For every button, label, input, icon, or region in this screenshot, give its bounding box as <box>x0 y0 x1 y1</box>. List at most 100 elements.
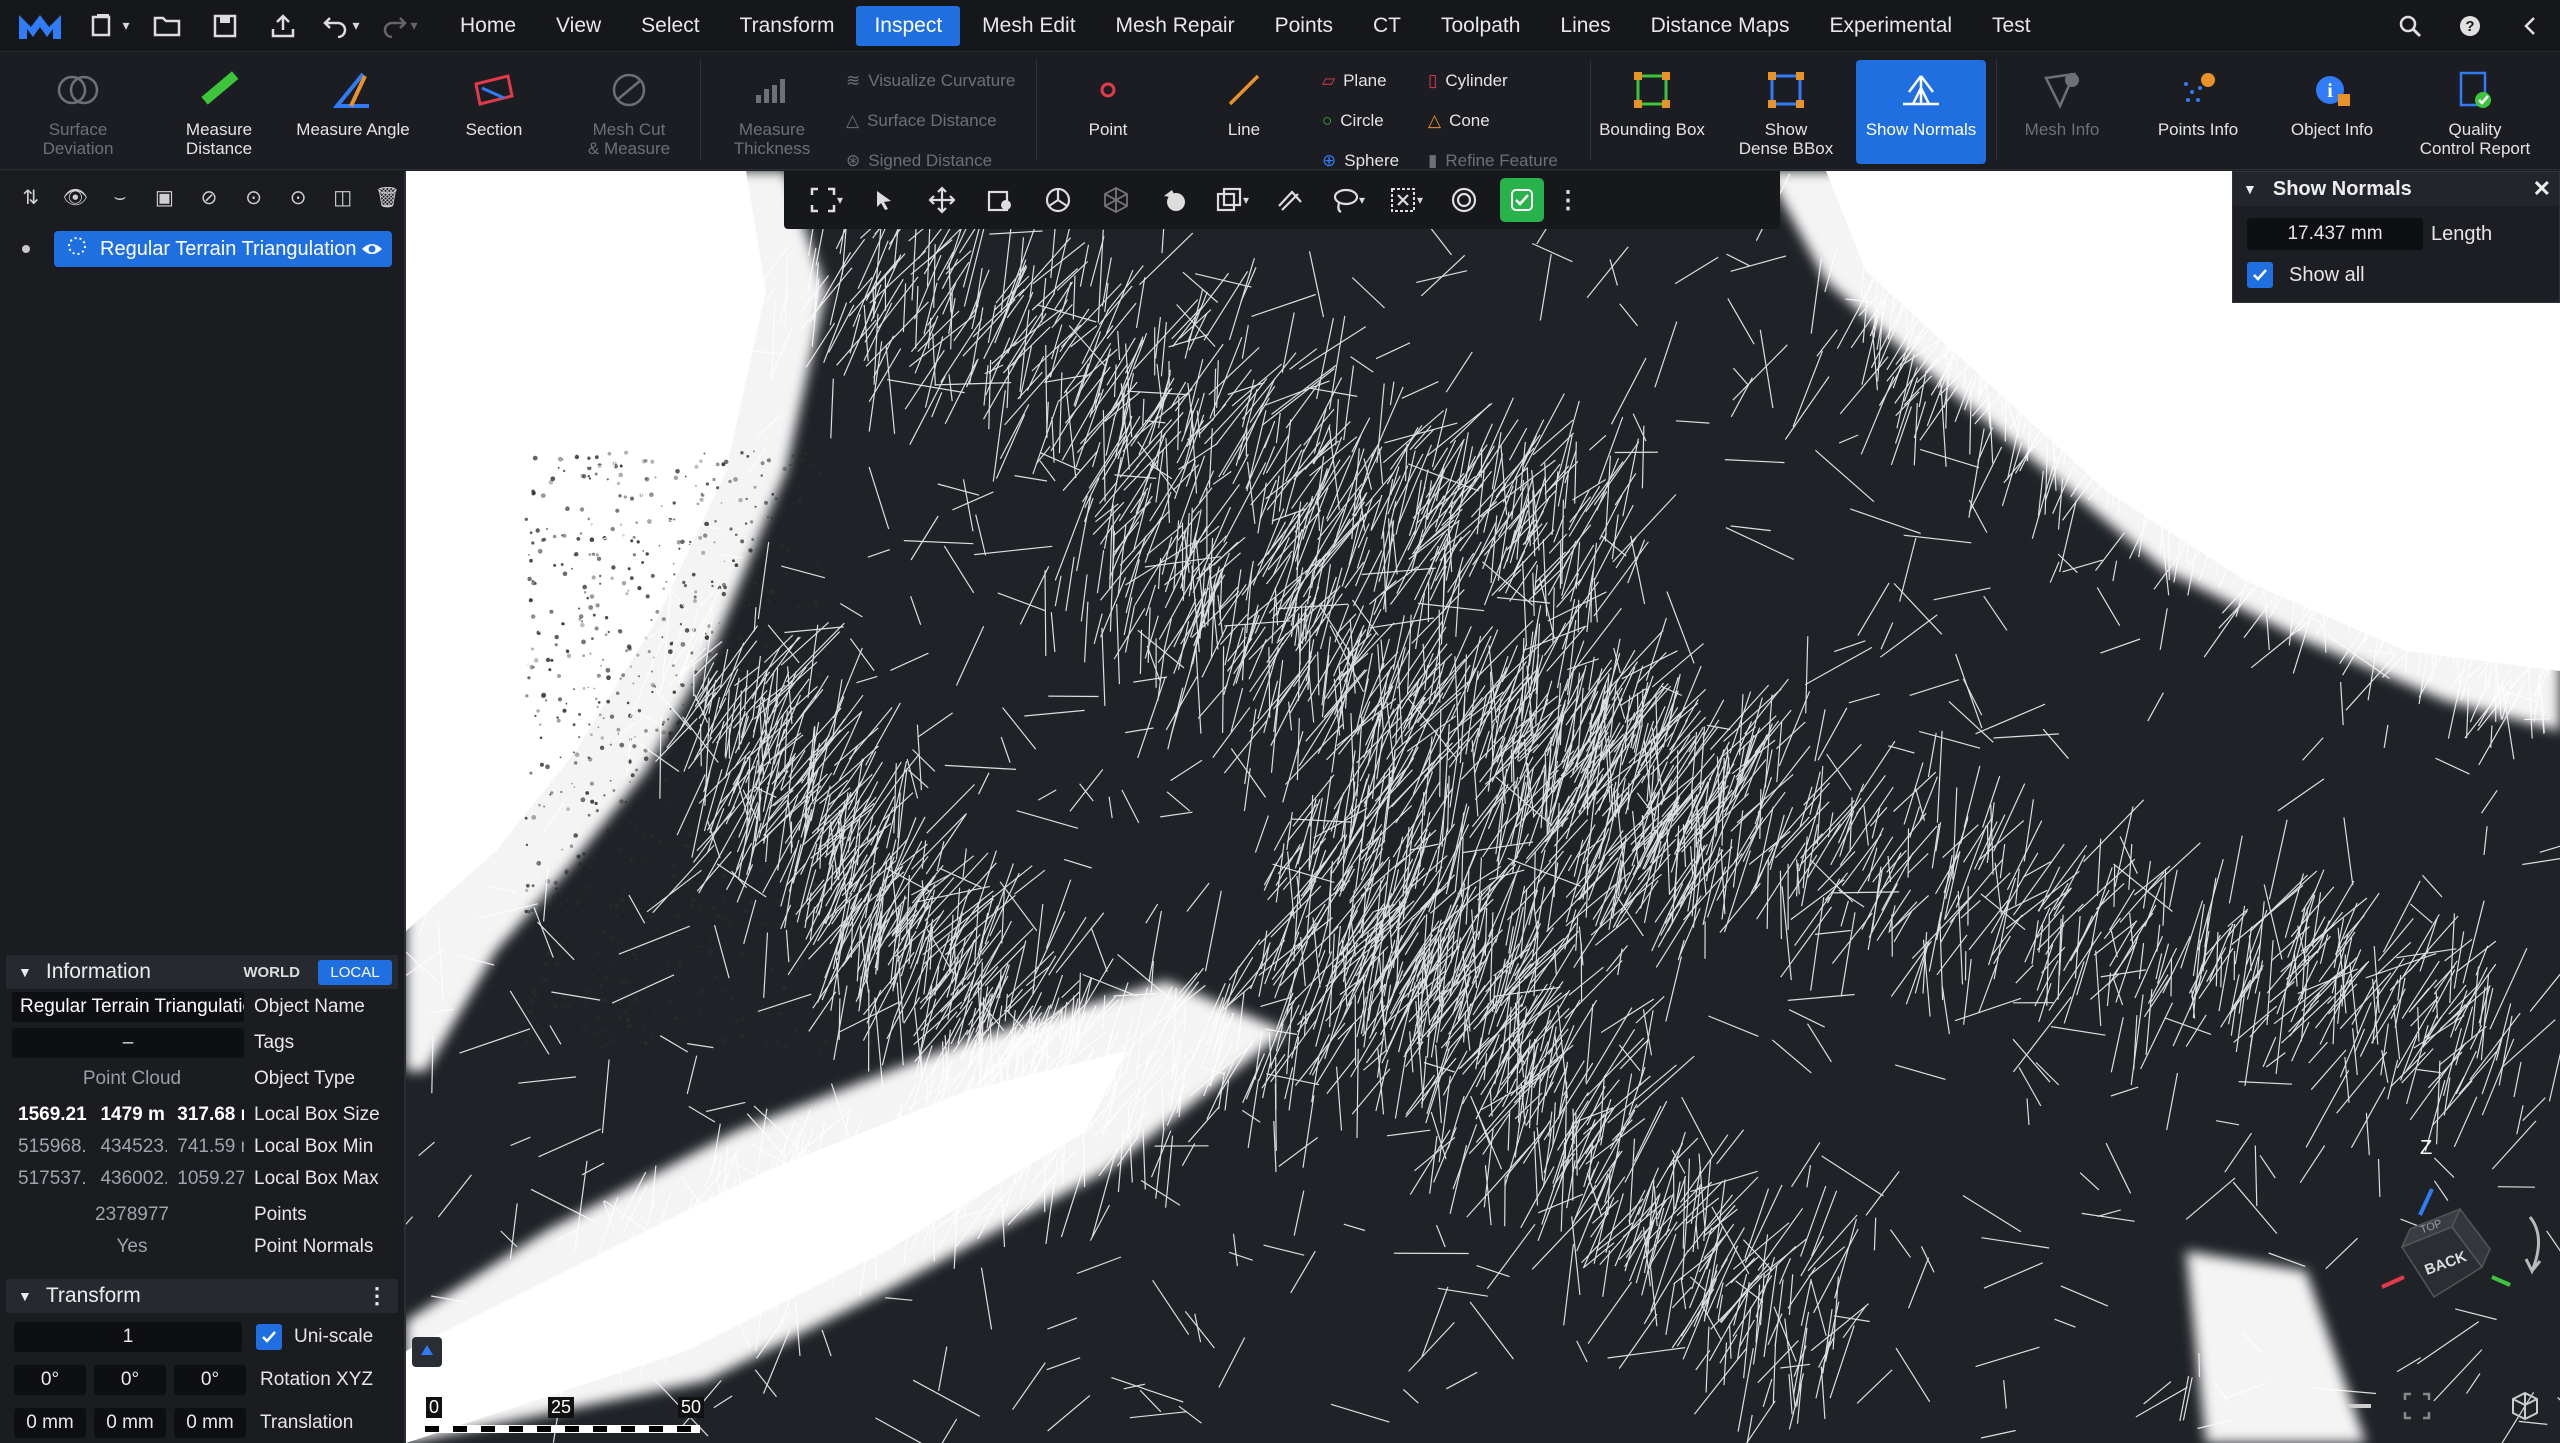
measure-angle-button[interactable]: Measure Angle <box>290 60 416 164</box>
visibility-eye-icon[interactable] <box>360 237 384 267</box>
circle-button[interactable]: ○ Circle <box>1322 106 1384 136</box>
redo-icon[interactable]: ▾ <box>370 0 428 52</box>
object-name-field[interactable]: Regular Terrain Triangulation <box>12 992 244 1022</box>
translation-y-input[interactable]: 0 mm <box>94 1408 166 1438</box>
rotation-x-input[interactable]: 0° <box>14 1365 86 1395</box>
quality-control-report-button[interactable]: Quality Control Report <box>2410 60 2540 164</box>
tags-field[interactable]: – <box>12 1028 244 1058</box>
tab-inspect[interactable]: Inspect <box>856 5 961 46</box>
information-section-header[interactable]: ▼ Information WORLD LOCAL <box>6 955 398 989</box>
points-info-button[interactable]: Points Info <box>2136 60 2260 164</box>
cylinder-button[interactable]: ▯ Cylinder <box>1428 66 1508 96</box>
mesh-cut-measure-button[interactable]: Mesh Cut & Measure <box>568 60 690 164</box>
point-speckle <box>602 658 605 661</box>
show-normals-button[interactable]: Show Normals <box>1856 60 1986 164</box>
deselect-icon[interactable]: ⊘ <box>192 180 226 214</box>
scene-tree-item[interactable]: Regular Terrain Triangulation <box>22 231 392 267</box>
hide-icon[interactable]: ⌣ <box>103 180 137 214</box>
normal-vector-line <box>1344 561 1365 589</box>
normal-vector-line <box>2262 1036 2277 1068</box>
local-toggle[interactable]: LOCAL <box>318 959 392 985</box>
app-logo-icon[interactable] <box>0 0 80 52</box>
tab-points[interactable]: Points <box>1257 6 1351 46</box>
point-button[interactable]: Point <box>1060 60 1156 164</box>
save-icon[interactable] <box>196 0 254 52</box>
move-down-icon[interactable]: ⊙ <box>281 180 315 214</box>
delete-icon[interactable]: 🗑 <box>371 180 405 214</box>
world-toggle[interactable]: WORLD <box>237 961 306 984</box>
search-icon[interactable] <box>2380 0 2440 52</box>
measure-distance-button[interactable]: Measure Distance <box>160 60 278 164</box>
point-speckle <box>765 905 767 908</box>
3d-viewport[interactable]: ▾ ▾ ▾ ▾ ⋮ 0 25 50 Z BACK TOP <box>406 171 2560 1443</box>
point-speckle <box>801 531 805 534</box>
point-speckle <box>629 900 632 904</box>
section-button[interactable]: Section <box>440 60 548 164</box>
translation-x-input[interactable]: 0 mm <box>14 1408 86 1438</box>
normal-vector-line <box>1079 783 1094 802</box>
point-speckle <box>661 723 664 726</box>
transform-section-header[interactable]: ▼ Transform ⋮ <box>6 1279 398 1313</box>
cone-button[interactable]: △ Cone <box>1428 106 1490 136</box>
normal-vector-line <box>1289 880 1317 915</box>
more-options-icon[interactable]: ⋮ <box>366 1283 388 1309</box>
sort-icon[interactable]: ⇅ <box>14 180 48 214</box>
normal-vector-line <box>2529 973 2560 1012</box>
tab-toolpath[interactable]: Toolpath <box>1423 6 1538 46</box>
tab-distance-maps[interactable]: Distance Maps <box>1633 6 1808 46</box>
uniscale-checkbox[interactable] <box>256 1324 282 1350</box>
rotation-y-input[interactable]: 0° <box>94 1365 166 1395</box>
point-speckle <box>535 528 540 533</box>
collapse-ribbon-icon[interactable] <box>2500 0 2560 52</box>
point-cloud-normals-render[interactable] <box>406 171 2560 1443</box>
normal-vector-line <box>1977 427 1994 462</box>
move-up-icon[interactable]: ⊙ <box>237 180 271 214</box>
line-button[interactable]: Line <box>1196 60 1292 164</box>
point-speckle <box>722 873 727 879</box>
point-speckle <box>764 1043 768 1047</box>
help-icon[interactable]: ? <box>2440 0 2500 52</box>
normal-vector-line <box>873 839 897 932</box>
tab-test[interactable]: Test <box>1974 6 2049 46</box>
point-speckle <box>672 562 675 565</box>
rotation-z-input[interactable]: 0° <box>174 1365 246 1395</box>
tab-mesh-edit[interactable]: Mesh Edit <box>964 6 1093 46</box>
visualize-curvature-button[interactable]: ≋ Visualize Curvature <box>846 66 1015 96</box>
point-speckle <box>677 719 682 724</box>
duplicate-icon[interactable]: ◫ <box>326 180 360 214</box>
show-icon[interactable]: 👁 <box>59 180 93 214</box>
point-speckle <box>611 1038 615 1042</box>
translation-z-input[interactable]: 0 mm <box>174 1408 246 1438</box>
undo-icon[interactable]: ▾ <box>312 0 370 52</box>
select-all-icon[interactable]: ▣ <box>148 180 182 214</box>
surface-distance-button[interactable]: △ Surface Distance <box>846 106 997 136</box>
tab-select[interactable]: Select <box>623 6 717 46</box>
plane-button[interactable]: ▱ Plane <box>1322 66 1387 96</box>
mesh-info-button[interactable]: Mesh Info <box>2002 60 2122 164</box>
object-info-button[interactable]: i Object Info <box>2270 60 2394 164</box>
tab-experimental[interactable]: Experimental <box>1811 6 1970 46</box>
export-icon[interactable] <box>254 0 312 52</box>
normal-vector-line <box>886 955 932 1040</box>
measure-thickness-button[interactable]: Measure Thickness <box>712 60 832 164</box>
point-speckle <box>627 1024 632 1029</box>
bounding-box-button[interactable]: Bounding Box <box>1594 60 1710 164</box>
tab-lines[interactable]: Lines <box>1542 6 1628 46</box>
surface-deviation-button[interactable]: Surface Deviation <box>20 60 136 164</box>
open-folder-icon[interactable] <box>138 0 196 52</box>
tab-view[interactable]: View <box>538 6 619 46</box>
point-speckle <box>692 957 694 960</box>
scale-input[interactable]: 1 <box>14 1322 242 1352</box>
tab-mesh-repair[interactable]: Mesh Repair <box>1098 6 1253 46</box>
tree-item-pill[interactable]: Regular Terrain Triangulation <box>54 231 392 267</box>
normal-vector-line <box>1728 1323 1732 1359</box>
normal-vector-line <box>1766 858 1769 929</box>
tab-transform[interactable]: Transform <box>722 6 853 46</box>
show-dense-bbox-button[interactable]: Show Dense BBox <box>1728 60 1844 164</box>
point-speckle <box>565 898 568 901</box>
normal-vector-line <box>1754 776 1773 825</box>
tab-home[interactable]: Home <box>442 6 534 46</box>
tab-ct[interactable]: CT <box>1355 6 1419 46</box>
point-speckle <box>703 992 706 995</box>
new-file-icon[interactable]: ▾ <box>80 0 138 52</box>
